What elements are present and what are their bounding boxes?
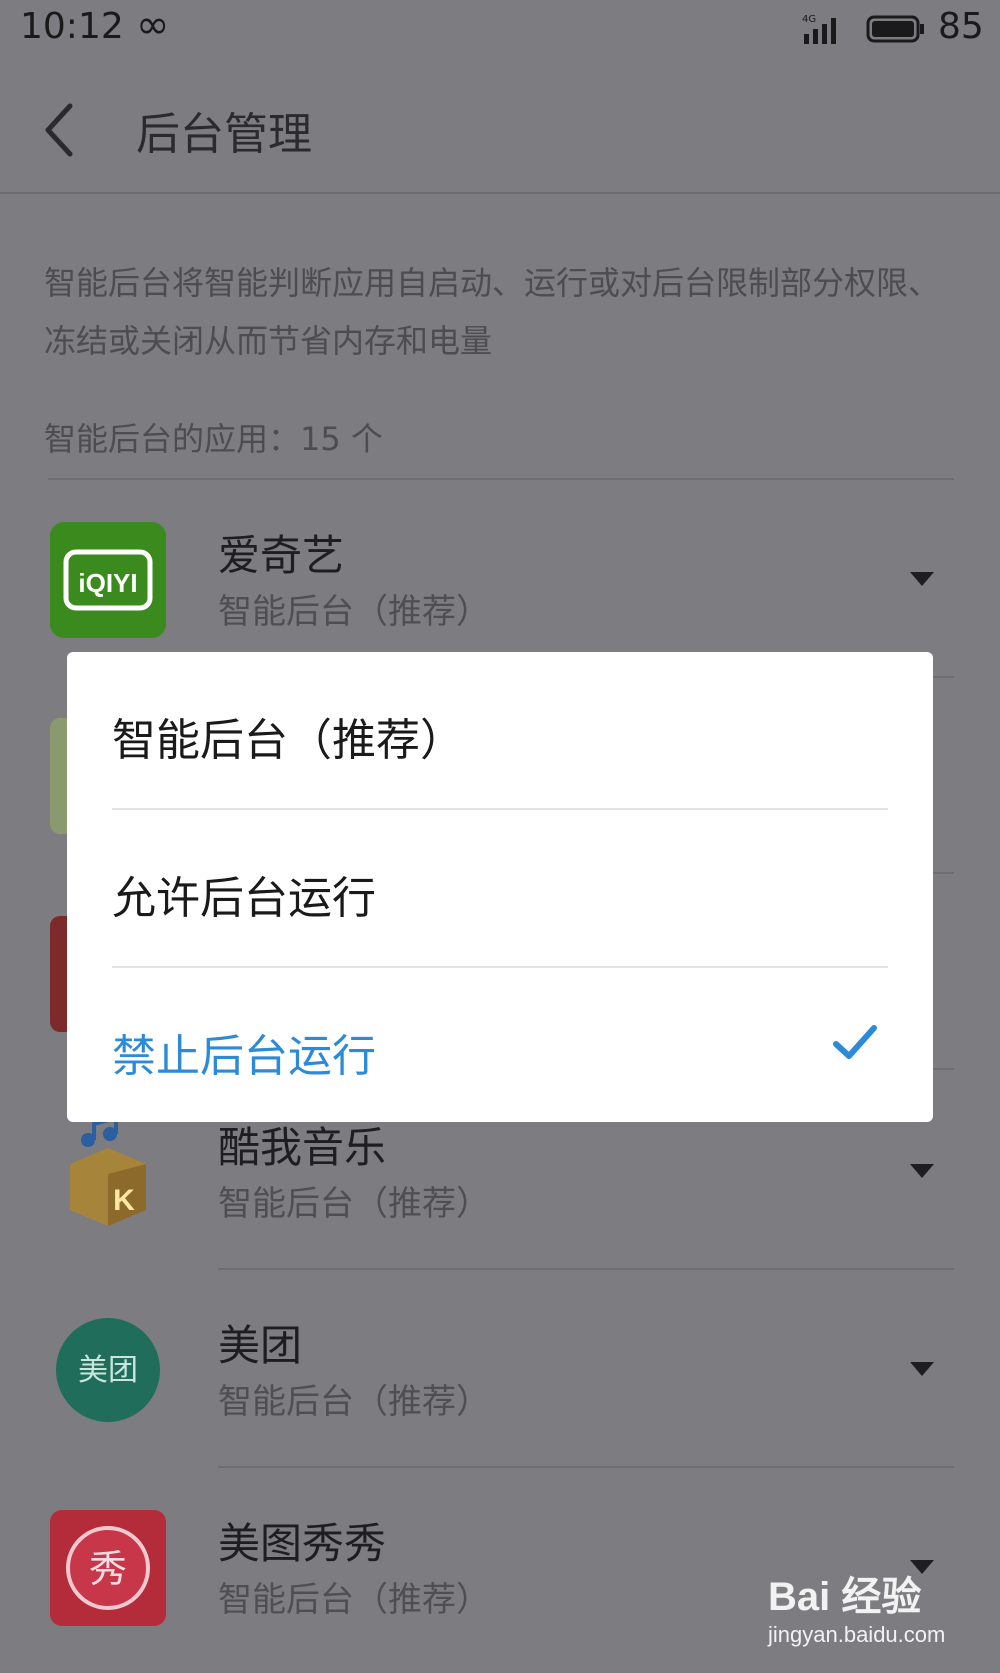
dropdown-caret-icon[interactable]	[910, 1164, 934, 1178]
description-text: 智能后台将智能判断应用自启动、运行或对后台限制部分权限、冻结或关闭从而节省内存和…	[44, 264, 941, 360]
option-smart-background[interactable]: 智能后台（推荐）	[112, 652, 888, 810]
app-name: 爱奇艺	[218, 531, 345, 580]
option-label: 禁止后台运行	[112, 1031, 376, 1082]
option-forbid-background[interactable]: 禁止后台运行	[112, 968, 888, 1126]
baidu-watermark: Bai 经验 jingyan.baidu.com	[768, 1564, 945, 1648]
option-allow-background[interactable]: 允许后台运行	[112, 810, 888, 968]
top-bar: 后台管理	[0, 58, 1000, 194]
app-name: 美团	[218, 1321, 303, 1370]
watermark-url: jingyan.baidu.com	[768, 1622, 946, 1647]
watermark-main: Bai 经验	[768, 1575, 922, 1619]
dropdown-caret-icon[interactable]	[910, 572, 934, 586]
app-name: 美图秀秀	[218, 1519, 387, 1568]
iqiyi-icon: iQIYI	[50, 522, 166, 638]
clock-time: 10:12	[20, 6, 124, 47]
iqiyi-icon-text: iQIYI	[78, 568, 137, 598]
app-mode: 智能后台（推荐）	[218, 1580, 490, 1620]
app-mode: 智能后台（推荐）	[218, 1184, 490, 1224]
meitu-icon-text: 秀	[89, 1547, 127, 1591]
app-mode: 智能后台（推荐）	[218, 592, 490, 632]
app-mode: 智能后台（推荐）	[218, 1382, 490, 1422]
option-label: 允许后台运行	[112, 873, 376, 924]
app-row-iqiyi[interactable]: iQIYI 爱奇艺 智能后台（推荐）	[0, 480, 1000, 676]
app-row-meituan[interactable]: 美团 美团 智能后台（推荐）	[0, 1270, 1000, 1466]
checkmark-icon	[833, 1025, 877, 1059]
status-bar: 10:12 ∞ 4G 85	[0, 0, 1000, 58]
dropdown-caret-icon[interactable]	[910, 1362, 934, 1376]
infinity-icon: ∞	[136, 2, 170, 48]
svg-text:4G: 4G	[802, 14, 816, 25]
option-label: 智能后台（推荐）	[112, 715, 464, 766]
svg-text:K: K	[113, 1184, 135, 1217]
app-count-label: 智能后台的应用：15 个	[44, 420, 383, 458]
meituan-icon: 美团	[56, 1318, 160, 1422]
meitu-icon: 秀	[50, 1510, 166, 1626]
background-mode-dialog: 智能后台（推荐） 允许后台运行 禁止后台运行	[67, 652, 933, 1122]
back-arrow-icon[interactable]	[40, 100, 80, 160]
meituan-icon-text: 美团	[78, 1353, 138, 1388]
signal-4g-icon: 4G	[802, 14, 836, 44]
kuwo-music-icon: K	[50, 1114, 166, 1230]
battery-percent: 85	[938, 6, 984, 47]
battery-icon	[866, 15, 924, 43]
page-title: 后台管理	[136, 109, 312, 160]
